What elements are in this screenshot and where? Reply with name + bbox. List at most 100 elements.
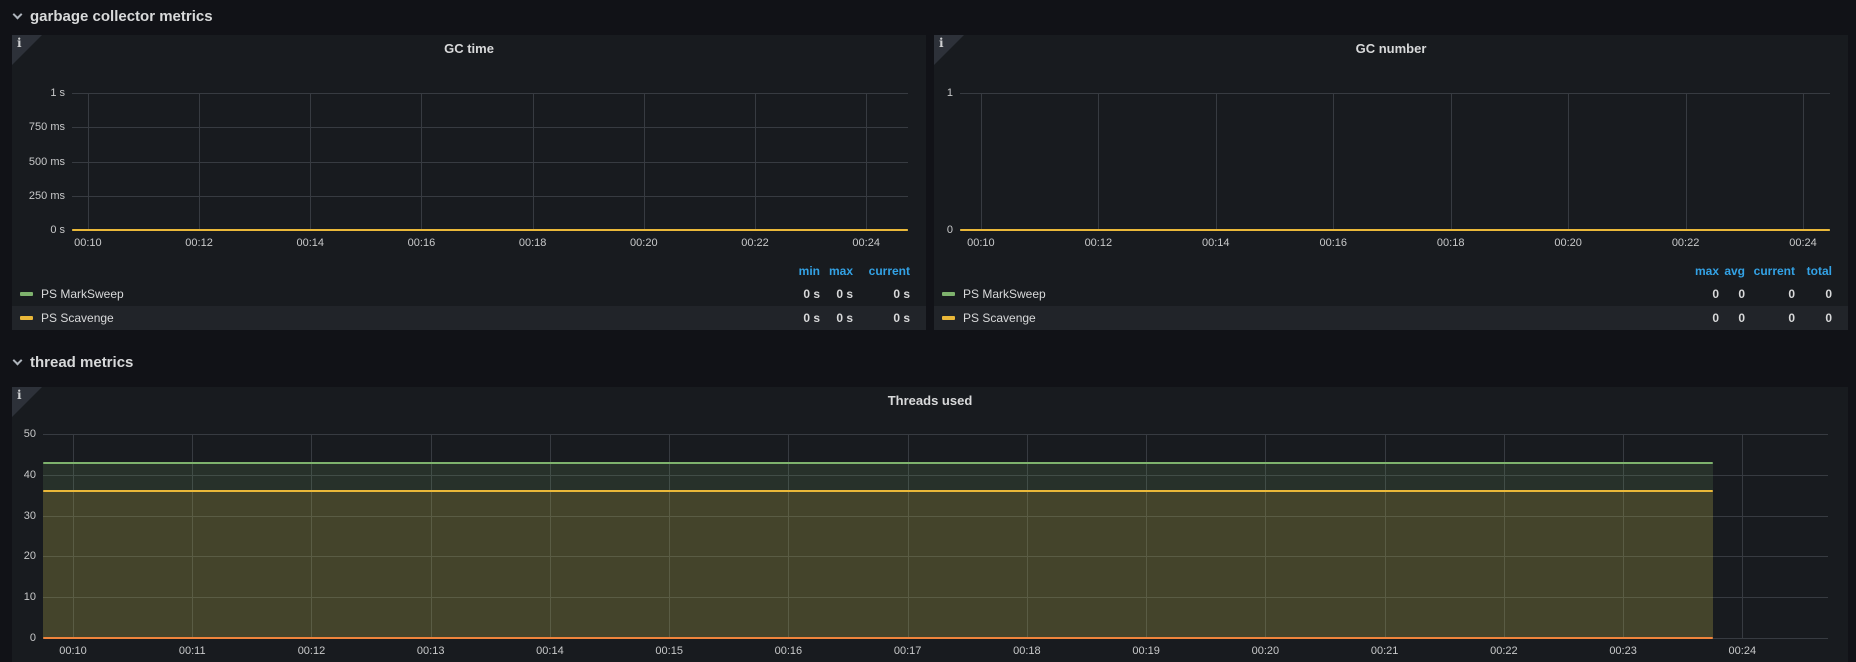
legend-value: 0 s [820, 287, 853, 301]
info-icon: i [17, 36, 22, 50]
x-tick-label: 00:13 [417, 645, 445, 657]
x-tick-label: 00:22 [1490, 645, 1518, 657]
panel-info-corner[interactable]: i [12, 387, 42, 417]
h-gridline [960, 93, 1830, 94]
legend-table: maxavgcurrenttotalPS MarkSweep0000PS Sca… [934, 260, 1848, 330]
x-tick-label: 00:24 [852, 237, 880, 249]
panel-info-corner[interactable]: i [12, 35, 42, 65]
v-gridline [310, 93, 311, 230]
x-axis: 00:1000:1200:1400:1600:1800:2000:2200:24 [72, 237, 908, 251]
h-gridline [72, 127, 908, 128]
x-tick-label: 00:20 [1252, 645, 1280, 657]
section-header-garbage-collector-metrics[interactable]: garbage collector metrics [14, 8, 213, 25]
plot-area [43, 434, 1828, 638]
h-gridline [72, 162, 908, 163]
legend-row: PS MarkSweep0 s0 s0 s [12, 282, 926, 306]
panel-title-gc-number[interactable]: GC number [934, 41, 1848, 56]
legend-series: PS Scavenge [942, 311, 1679, 325]
panel-title-gc-time[interactable]: GC time [12, 41, 926, 56]
x-tick-label: 00:14 [1202, 237, 1230, 249]
y-tick-label: 0 [12, 631, 36, 645]
v-gridline [199, 93, 200, 230]
panel-row-gc: i GC time 1 s750 ms500 ms250 ms0 s00:100… [12, 35, 1848, 330]
x-tick-label: 00:19 [1132, 645, 1160, 657]
grafana-dashboard: garbage collector metrics i GC time 1 s7… [0, 0, 1856, 662]
y-tick-label: 50 [12, 427, 36, 441]
legend-header-cell-avg[interactable]: avg [1719, 264, 1745, 278]
x-tick-label: 00:16 [775, 645, 803, 657]
legend-value: 0 s [775, 311, 820, 325]
legend-value: 0 s [853, 287, 910, 301]
y-tick-label: 20 [12, 549, 36, 563]
chevron-down-icon [13, 356, 23, 366]
series-line [43, 462, 1713, 464]
legend-header-cell-current[interactable]: current [1745, 264, 1795, 278]
v-gridline [644, 93, 645, 230]
x-tick-label: 00:18 [519, 237, 547, 249]
x-axis: 00:1000:1100:1200:1300:1400:1500:1600:17… [43, 645, 1828, 659]
legend-value: 0 [1719, 311, 1745, 325]
legend-row: PS MarkSweep0000 [934, 282, 1848, 306]
legend-value: 0 [1745, 287, 1795, 301]
x-tick-label: 00:11 [179, 645, 206, 657]
legend-value: 0 [1795, 287, 1832, 301]
x-tick-label: 00:10 [59, 645, 87, 657]
legend-series-name[interactable]: PS MarkSweep [963, 287, 1046, 301]
legend-value: 0 s [775, 287, 820, 301]
x-tick-label: 00:18 [1437, 237, 1465, 249]
legend-header-cell-current[interactable]: current [853, 264, 910, 278]
v-gridline [421, 93, 422, 230]
v-gridline [533, 93, 534, 230]
y-tick-label: 750 ms [12, 120, 65, 134]
h-gridline [72, 196, 908, 197]
y-axis: 50403020100 [12, 434, 36, 638]
chevron-down-icon [13, 10, 23, 20]
legend-value: 0 [1679, 311, 1719, 325]
legend-series: PS Scavenge [20, 311, 775, 325]
x-tick-label: 00:22 [741, 237, 769, 249]
series-line [72, 229, 908, 231]
x-tick-label: 00:10 [74, 237, 102, 249]
y-tick-label: 40 [12, 468, 36, 482]
legend-series-name[interactable]: PS Scavenge [963, 311, 1036, 325]
v-gridline [1216, 93, 1217, 230]
y-tick-label: 250 ms [12, 189, 65, 203]
x-tick-label: 00:20 [630, 237, 658, 249]
y-axis: 1 s750 ms500 ms250 ms0 s [12, 93, 65, 230]
panel-gc-time: i GC time 1 s750 ms500 ms250 ms0 s00:100… [12, 35, 926, 330]
legend-header-cell-max[interactable]: max [820, 264, 853, 278]
v-gridline [755, 93, 756, 230]
x-tick-label: 00:20 [1554, 237, 1582, 249]
v-gridline [1098, 93, 1099, 230]
v-gridline [981, 93, 982, 230]
series-line [43, 490, 1713, 492]
legend-series-name[interactable]: PS MarkSweep [41, 287, 124, 301]
section-header-thread-metrics[interactable]: thread metrics [14, 354, 133, 371]
panel-title-threads-used[interactable]: Threads used [12, 393, 1848, 408]
section-title: garbage collector metrics [30, 8, 213, 25]
v-gridline [1451, 93, 1452, 230]
x-tick-label: 00:24 [1789, 237, 1817, 249]
panel-info-corner[interactable]: i [934, 35, 964, 65]
legend-header-cell-total[interactable]: total [1795, 264, 1832, 278]
legend-series: PS MarkSweep [20, 287, 775, 301]
x-tick-label: 00:16 [408, 237, 436, 249]
legend-header-cell-min[interactable]: min [775, 264, 820, 278]
y-tick-label: 500 ms [12, 155, 65, 169]
legend-header-cell-max[interactable]: max [1679, 264, 1719, 278]
x-tick-label: 00:12 [1085, 237, 1113, 249]
plot-area [72, 93, 908, 230]
y-tick-label: 10 [12, 590, 36, 604]
x-tick-label: 00:12 [298, 645, 326, 657]
legend-header-row: minmaxcurrent [12, 260, 926, 282]
legend-header-row: maxavgcurrenttotal [934, 260, 1848, 282]
legend-value: 0 [1679, 287, 1719, 301]
x-tick-label: 00:23 [1609, 645, 1637, 657]
v-gridline [1686, 93, 1687, 230]
legend-value: 0 s [853, 311, 910, 325]
x-tick-label: 00:15 [655, 645, 683, 657]
y-tick-label: 0 s [12, 223, 65, 237]
info-icon: i [17, 388, 22, 402]
v-gridline [88, 93, 89, 230]
legend-series-name[interactable]: PS Scavenge [41, 311, 114, 325]
